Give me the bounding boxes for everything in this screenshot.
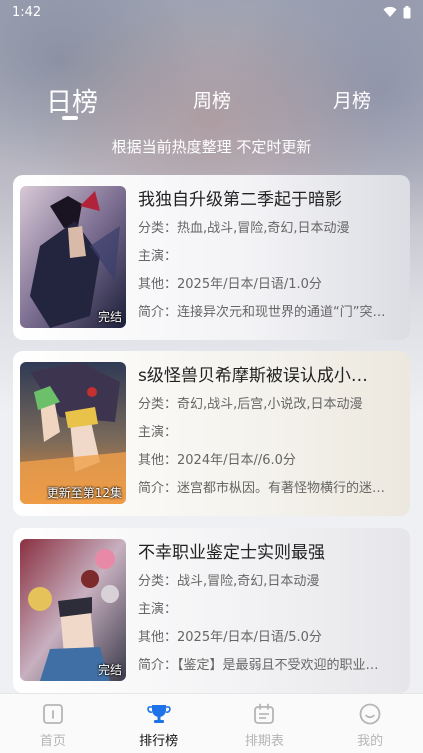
category-label: 分类： <box>138 397 178 412</box>
intro-value: 连接异次元和现世界的通道“门”突… <box>177 305 386 320</box>
other-label: 其他： <box>138 453 178 468</box>
calendar-icon <box>254 703 275 724</box>
nav-label-ranking: 排行榜 <box>139 734 179 749</box>
cast-label: 主演： <box>138 249 178 264</box>
cast-label: 主演： <box>138 425 178 440</box>
battery-icon <box>403 5 411 18</box>
other-value: 2025年/日本/日语/5.0分 <box>177 630 322 645</box>
home-icon <box>42 704 63 724</box>
wifi-icon <box>383 6 397 17</box>
intro-value: 【鉴定】是最弱且不受欢迎的职业… <box>177 658 379 673</box>
nav-item-profile[interactable]: 我的 <box>317 694 423 753</box>
other-value: 2024年/日本//6.0分 <box>177 453 296 468</box>
intro-label: 简介： <box>138 481 178 496</box>
status-badge: 完结 <box>97 663 122 677</box>
poster-image: 完结 <box>20 539 126 681</box>
tab-weekly[interactable]: 周榜 <box>172 86 252 113</box>
other-label: 其他： <box>138 277 178 292</box>
poster-image: 更新至第12集 <box>20 362 126 504</box>
nav-item-home[interactable]: 首页 <box>0 694 106 753</box>
status-badge: 更新至第12集 <box>46 486 122 500</box>
category-value: 热血,战斗,冒险,奇幻,日本动漫 <box>177 221 350 236</box>
nav-item-schedule[interactable]: 排期表 <box>212 694 318 753</box>
status-badge: 完结 <box>97 310 122 324</box>
other-label: 其他： <box>138 630 178 645</box>
tab-daily[interactable]: 日榜 <box>32 82 112 119</box>
ranking-subtitle: 根据当前热度整理 不定时更新 <box>111 138 312 156</box>
category-value: 战斗,冒险,奇幻,日本动漫 <box>177 574 320 589</box>
item-title: 不幸职业鉴定士实则最强 <box>138 543 325 563</box>
list-item[interactable]: 完结 我独自升级第二季起于暗影 分类：热血,战斗,冒险,奇幻,日本动漫 主演： … <box>13 175 410 340</box>
category-label: 分类： <box>138 574 178 589</box>
nav-label-home: 首页 <box>39 734 66 749</box>
bottom-nav: 首页 排行榜 排期表 我的 <box>0 693 423 753</box>
status-bar: 1:42 <box>0 0 423 24</box>
category-value: 奇幻,战斗,后宫,小说改,日本动漫 <box>177 397 363 412</box>
smiley-icon <box>359 703 381 725</box>
nav-label-schedule: 排期表 <box>244 734 284 749</box>
intro-label: 简介： <box>138 658 178 673</box>
nav-item-ranking[interactable]: 排行榜 <box>106 694 212 753</box>
intro-value: 迷宫都市枞因。有著怪物横行的迷… <box>177 481 386 496</box>
tab-monthly[interactable]: 月榜 <box>312 86 392 113</box>
trophy-icon <box>146 705 171 723</box>
poster-image: 完结 <box>20 186 126 328</box>
category-label: 分类： <box>138 221 178 236</box>
intro-label: 简介： <box>138 305 178 320</box>
cast-label: 主演： <box>138 602 178 617</box>
list-item[interactable]: 完结 不幸职业鉴定士实则最强 分类：战斗,冒险,奇幻,日本动漫 主演： 其他：2… <box>13 528 410 693</box>
other-value: 2025年/日本/日语/1.0分 <box>177 277 322 292</box>
item-title: s级怪兽贝希摩斯被误认成小… <box>138 366 368 386</box>
nav-label-profile: 我的 <box>357 734 384 749</box>
tab-indicator <box>62 116 78 120</box>
list-item[interactable]: 更新至第12集 s级怪兽贝希摩斯被误认成小… 分类：奇幻,战斗,后宫,小说改,日… <box>13 351 410 516</box>
status-time: 1:42 <box>12 4 42 20</box>
item-title: 我独自升级第二季起于暗影 <box>138 190 342 210</box>
